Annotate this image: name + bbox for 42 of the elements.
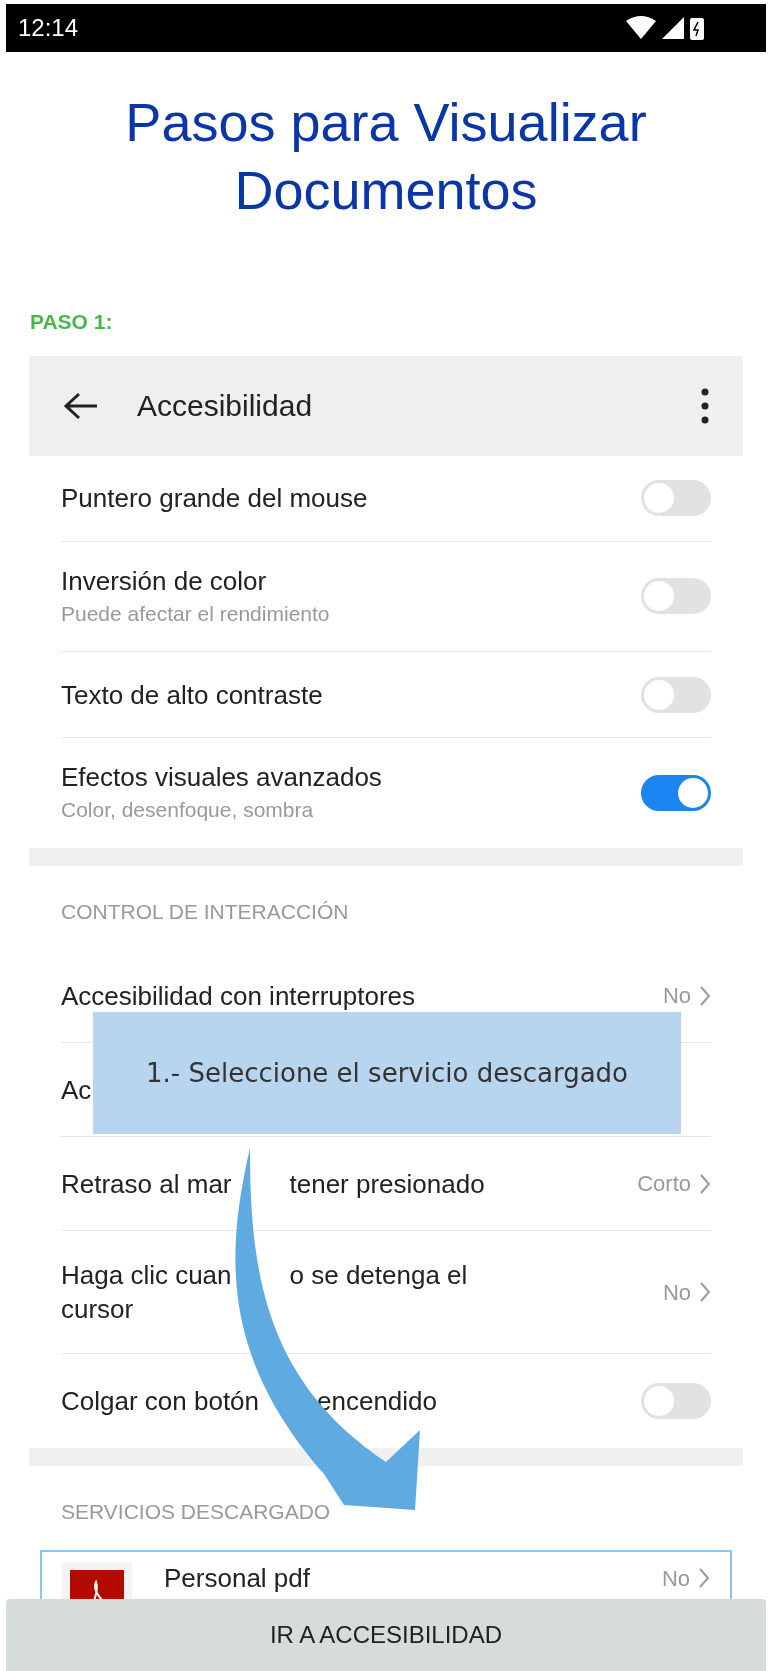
setting-label: Colgar con botón — [61, 1385, 260, 1418]
setting-description: Puede afectar el rendimiento — [61, 600, 330, 627]
signal-icon — [662, 17, 684, 39]
app-bar-title: Accesibilidad — [137, 388, 314, 424]
setting-label: tener presionado — [289, 1167, 485, 1201]
setting-label: o se detenga el — [289, 1259, 468, 1292]
more-options-icon[interactable] — [701, 387, 709, 424]
back-arrow-icon[interactable] — [63, 390, 99, 421]
section-heading: CONTROL DE INTERACCIÓN — [61, 898, 350, 925]
chevron-right-icon — [699, 984, 711, 1007]
setting-label: Retraso al mar — [61, 1167, 232, 1201]
toggle-switch[interactable] — [641, 480, 711, 516]
setting-label: Inversión de color — [61, 564, 268, 598]
toggle-switch[interactable] — [641, 1383, 711, 1419]
section-heading: SERVICIOS DESCARGADO — [61, 1499, 332, 1525]
step-label: PASO 1: — [30, 309, 114, 335]
wifi-icon — [626, 15, 656, 41]
battery-icon — [690, 16, 704, 40]
page-title: Pasos para Visualizar Documentos — [124, 91, 648, 222]
setting-label: Puntero grande del mouse — [61, 482, 368, 515]
toggle-switch[interactable] — [641, 578, 711, 615]
chevron-right-icon — [698, 1567, 710, 1589]
setting-label: Accesibilidad con interruptores — [61, 979, 416, 1013]
service-name: Personal pdf — [164, 1561, 311, 1594]
setting-label: encendido — [317, 1385, 438, 1418]
setting-description: Color, desenfoque, sombra — [61, 797, 315, 823]
status-time: 12:14 — [18, 13, 79, 43]
setting-value: No — [662, 982, 691, 1010]
instruction-callout: 1.- Seleccione el servicio descargado — [93, 1012, 681, 1134]
toggle-switch[interactable] — [641, 676, 711, 713]
chevron-right-icon — [699, 1281, 711, 1303]
setting-label: Ac — [61, 1073, 92, 1107]
setting-value: Corto — [637, 1170, 691, 1198]
setting-value: No — [662, 1278, 691, 1307]
setting-label: Texto de alto contraste — [61, 678, 323, 712]
setting-label: Efectos visuales avanzados — [61, 761, 382, 794]
setting-label: cursor — [61, 1293, 134, 1326]
toggle-switch[interactable] — [641, 774, 711, 811]
chevron-right-icon — [699, 1172, 711, 1195]
setting-value: No — [661, 1564, 690, 1593]
go-to-accessibility-button[interactable]: IR A ACCESIBILIDAD — [6, 1599, 766, 1671]
setting-label: Haga clic cuan — [61, 1259, 232, 1292]
